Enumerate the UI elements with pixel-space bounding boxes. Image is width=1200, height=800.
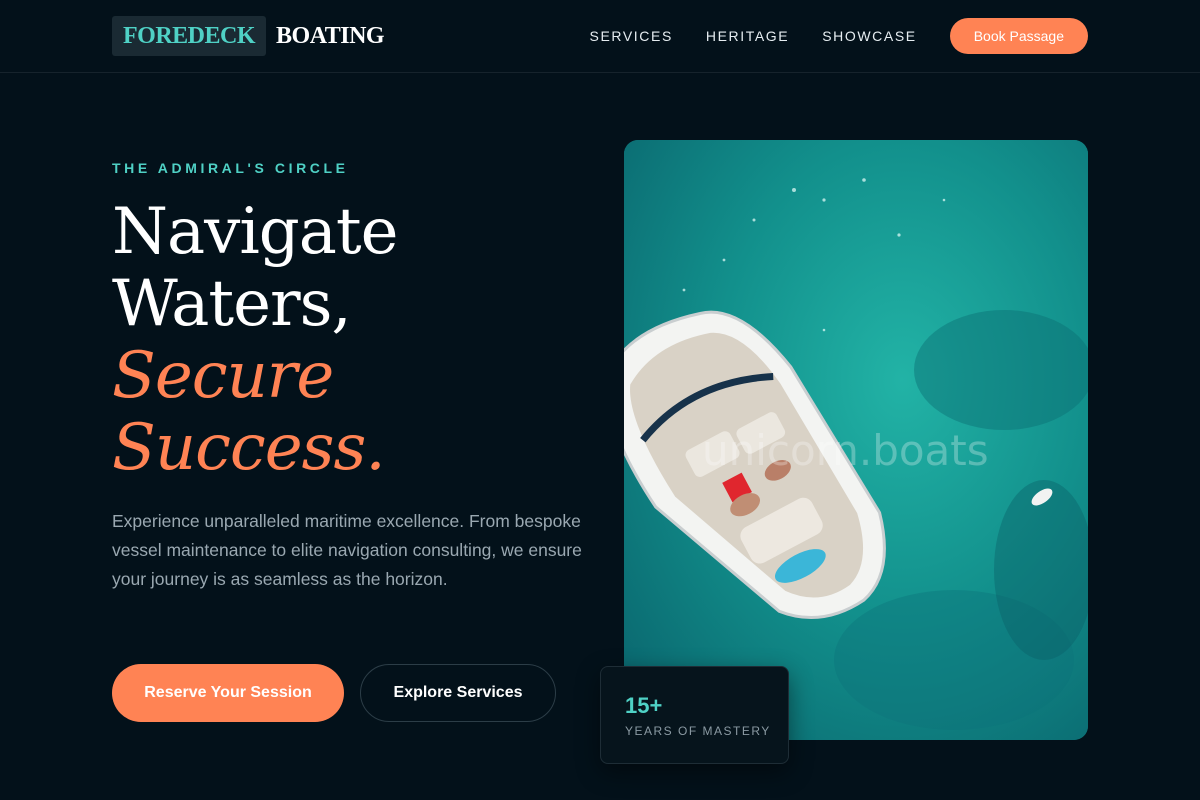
image-watermark: unicorn.boats [702, 426, 989, 475]
nav-link-services[interactable]: SERVICES [590, 28, 673, 44]
hero-boat-image: unicorn.boats [624, 140, 1088, 740]
stat-value: 15+ [625, 693, 663, 718]
boat-illustration: unicorn.boats [624, 140, 1088, 740]
brand-logo[interactable]: FOREDECK BOATING [112, 16, 385, 56]
nav-link-heritage[interactable]: HERITAGE [706, 28, 789, 44]
headline-line-1: Navigate [112, 195, 399, 269]
stat-label: YEARS OF MASTERY [625, 724, 771, 738]
hero-headline: Navigate Waters, Secure Success. [112, 196, 572, 484]
nav-link-showcase[interactable]: SHOWCASE [822, 28, 916, 44]
book-passage-button[interactable]: Book Passage [949, 18, 1088, 54]
brand-name-highlight: FOREDECK [112, 16, 267, 56]
headline-accent-line-1: Secure [112, 339, 334, 413]
headline-accent-line-2: Success. [112, 411, 386, 485]
headline-line-2: Waters, [112, 267, 352, 341]
experience-stat-card: 15+ YEARS OF MASTERY [600, 666, 789, 764]
brand-name-rest: BOATING [276, 22, 385, 49]
hero-description: Experience unparalleled maritime excelle… [112, 511, 582, 589]
explore-services-button[interactable]: Explore Services [360, 664, 556, 722]
site-header: FOREDECK BOATING SERVICES HERITAGE SHOWC… [0, 0, 1200, 73]
hero-eyebrow: THE ADMIRAL'S CIRCLE [112, 160, 349, 176]
main-nav: SERVICES HERITAGE SHOWCASE Book Passage [590, 18, 1088, 54]
reserve-session-button[interactable]: Reserve Your Session [112, 664, 344, 722]
